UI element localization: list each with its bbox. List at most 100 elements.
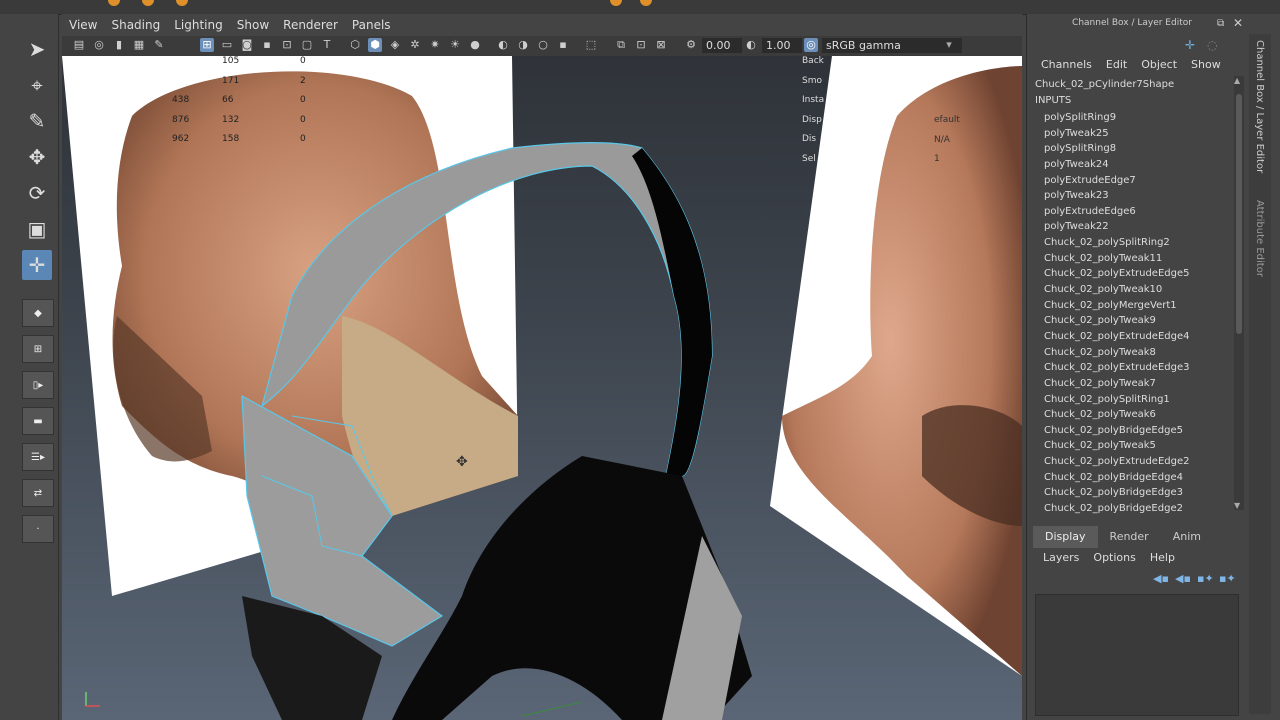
input-node-item[interactable]: Chuck_02_polyTweak6 — [1044, 407, 1244, 423]
gamma-icon[interactable]: ◐ — [744, 38, 758, 52]
paint-select-tool-icon[interactable]: ✎ — [22, 106, 52, 136]
input-node-item[interactable]: Chuck_02_polyBridgeEdge2 — [1044, 501, 1244, 517]
wireframe-icon[interactable]: ⬡ — [348, 38, 362, 52]
input-node-item[interactable]: polyExtrudeEdge7 — [1044, 173, 1244, 189]
input-node-item[interactable]: polyTweak24 — [1044, 157, 1244, 173]
menu-show[interactable]: Show — [1191, 58, 1221, 71]
use-all-lights-icon[interactable]: ✷ — [428, 38, 442, 52]
bookmark-icon[interactable]: ▮ — [112, 38, 126, 52]
rotate-tool-icon[interactable]: ⟳ — [22, 178, 52, 208]
input-node-item[interactable]: Chuck_02_polyExtrudeEdge5 — [1044, 266, 1244, 282]
new-layer-selected-icon[interactable]: ▪✦ — [1219, 572, 1236, 585]
float-panel-icon[interactable]: ⧉ — [1217, 18, 1224, 29]
input-node-item[interactable]: Chuck_02_polyExtrudeEdge2 — [1044, 454, 1244, 470]
menu-object[interactable]: Object — [1141, 58, 1177, 71]
layout-side-icon[interactable]: ▯▸ — [22, 371, 54, 399]
2d-pan-icon[interactable]: ✎ — [152, 38, 166, 52]
layout-graph-icon[interactable]: ⇄ — [22, 479, 54, 507]
layout-outliner-icon[interactable]: ☰▸ — [22, 443, 54, 471]
input-node-item[interactable]: Chuck_02_polyTweak8 — [1044, 345, 1244, 361]
layout-more-icon[interactable]: · — [22, 515, 54, 543]
input-node-item[interactable]: Chuck_02_polyExtrudeEdge4 — [1044, 329, 1244, 345]
menu-help[interactable]: Help — [1150, 551, 1175, 564]
menu-shading[interactable]: Shading — [111, 18, 160, 32]
shelf-icon[interactable] — [108, 0, 120, 6]
move-tool-icon[interactable]: ✥ — [22, 142, 52, 172]
multisample-icon[interactable]: ⧉ — [614, 38, 628, 52]
input-node-item[interactable]: polySplitRing8 — [1044, 141, 1244, 157]
gamma-field[interactable]: 1.00 — [762, 38, 802, 53]
menu-view[interactable]: View — [69, 18, 97, 32]
tab-display[interactable]: Display — [1033, 526, 1098, 548]
ambient-occlusion-icon[interactable]: ▪ — [556, 38, 570, 52]
menu-edit[interactable]: Edit — [1106, 58, 1127, 71]
input-node-item[interactable]: Chuck_02_polyTweak10 — [1044, 282, 1244, 298]
input-node-item[interactable]: Chuck_02_polyExtrudeEdge3 — [1044, 360, 1244, 376]
input-node-item[interactable]: polySplitRing9 — [1044, 110, 1244, 126]
chevron-down-icon[interactable]: ▾ — [942, 38, 956, 52]
scale-tool-icon[interactable]: ▣ — [22, 214, 52, 244]
tab-channel-box[interactable]: Channel Box / Layer Editor — [1254, 40, 1265, 173]
universal-manipulator-icon[interactable]: ✛ — [22, 250, 52, 280]
input-node-item[interactable]: Chuck_02_polyTweak11 — [1044, 251, 1244, 267]
color-management-icon[interactable]: ◎ — [804, 38, 818, 52]
scrollbar-thumb[interactable] — [1236, 94, 1242, 334]
shelf-icon[interactable] — [142, 0, 154, 6]
input-node-item[interactable]: Chuck_02_polyTweak7 — [1044, 376, 1244, 392]
xray-joints-icon[interactable]: ◑ — [516, 38, 530, 52]
viewport-3d[interactable]: ✥ 105 0 171 2 438 66 0 876 132 0 962 158 0 Back … — [62, 56, 1022, 720]
layout-four-icon[interactable]: ⊞ — [22, 335, 54, 363]
layout-single-icon[interactable]: ◆ — [22, 299, 54, 327]
gate-mask-icon[interactable]: ▪ — [260, 38, 274, 52]
menu-panels[interactable]: Panels — [352, 18, 391, 32]
input-node-item[interactable]: polyTweak25 — [1044, 126, 1244, 142]
input-node-item[interactable]: Chuck_02_polyTweak5 — [1044, 438, 1244, 454]
field-chart-icon[interactable]: ⊡ — [280, 38, 294, 52]
depth-of-field-icon[interactable]: ⊡ — [634, 38, 648, 52]
safe-action-icon[interactable]: ▢ — [300, 38, 314, 52]
menu-lighting[interactable]: Lighting — [174, 18, 223, 32]
input-node-item[interactable]: Chuck_02_polyBridgeEdge4 — [1044, 470, 1244, 486]
input-node-item[interactable]: polyTweak23 — [1044, 188, 1244, 204]
isolate-icon[interactable]: ● — [468, 38, 482, 52]
move-layer-down-icon[interactable]: ◀▪ — [1175, 572, 1191, 585]
exposure-field[interactable]: 0.00 — [702, 38, 742, 53]
wireframe-on-shaded-icon[interactable]: ◈ — [388, 38, 402, 52]
lasso-tool-icon[interactable]: ⌖ — [22, 70, 52, 100]
input-node-item[interactable]: Chuck_02_polyMergeVert1 — [1044, 298, 1244, 314]
exposure-icon[interactable]: ⚙ — [684, 38, 698, 52]
shelf-icon[interactable] — [610, 0, 622, 6]
input-node-item[interactable]: Chuck_02_polyTweak9 — [1044, 313, 1244, 329]
scroll-down-icon[interactable]: ▼ — [1234, 501, 1240, 510]
input-node-item[interactable]: Chuck_02_polyBridgeEdge5 — [1044, 423, 1244, 439]
menu-show[interactable]: Show — [237, 18, 269, 32]
menu-layers[interactable]: Layers — [1043, 551, 1079, 564]
safe-title-icon[interactable]: T — [320, 38, 334, 52]
menu-options[interactable]: Options — [1093, 551, 1135, 564]
shelf-icon[interactable] — [640, 0, 652, 6]
smooth-shade-icon[interactable]: ⬢ — [368, 38, 382, 52]
shadows-icon[interactable]: ☀ — [448, 38, 462, 52]
film-gate-icon[interactable]: ▭ — [220, 38, 234, 52]
xray-icon[interactable]: ◐ — [496, 38, 510, 52]
manipulator-icon[interactable]: ✛ — [1185, 38, 1195, 52]
select-tool-icon[interactable]: ➤ — [22, 34, 52, 64]
hud-icon[interactable]: ⊠ — [654, 38, 668, 52]
image-plane-icon[interactable]: ▦ — [132, 38, 146, 52]
tab-anim[interactable]: Anim — [1161, 526, 1213, 548]
backface-icon[interactable]: ○ — [536, 38, 550, 52]
menu-renderer[interactable]: Renderer — [283, 18, 338, 32]
lock-icon[interactable]: ◌ — [1207, 38, 1217, 52]
input-node-item[interactable]: Chuck_02_polySplitRing2 — [1044, 235, 1244, 251]
new-layer-icon[interactable]: ▪✦ — [1197, 572, 1214, 585]
scroll-up-icon[interactable]: ▲ — [1234, 76, 1240, 85]
close-icon[interactable]: ✕ — [1233, 16, 1243, 30]
camera-select-icon[interactable]: ▤ — [72, 38, 86, 52]
grid-icon[interactable]: ⊞ — [200, 38, 214, 52]
textured-icon[interactable]: ✲ — [408, 38, 422, 52]
menu-channels[interactable]: Channels — [1041, 58, 1092, 71]
tab-attribute-editor[interactable]: Attribute Editor — [1254, 200, 1265, 277]
input-node-item[interactable]: polyTweak22 — [1044, 219, 1244, 235]
layer-list-area[interactable] — [1035, 594, 1239, 716]
tab-render[interactable]: Render — [1098, 526, 1161, 548]
